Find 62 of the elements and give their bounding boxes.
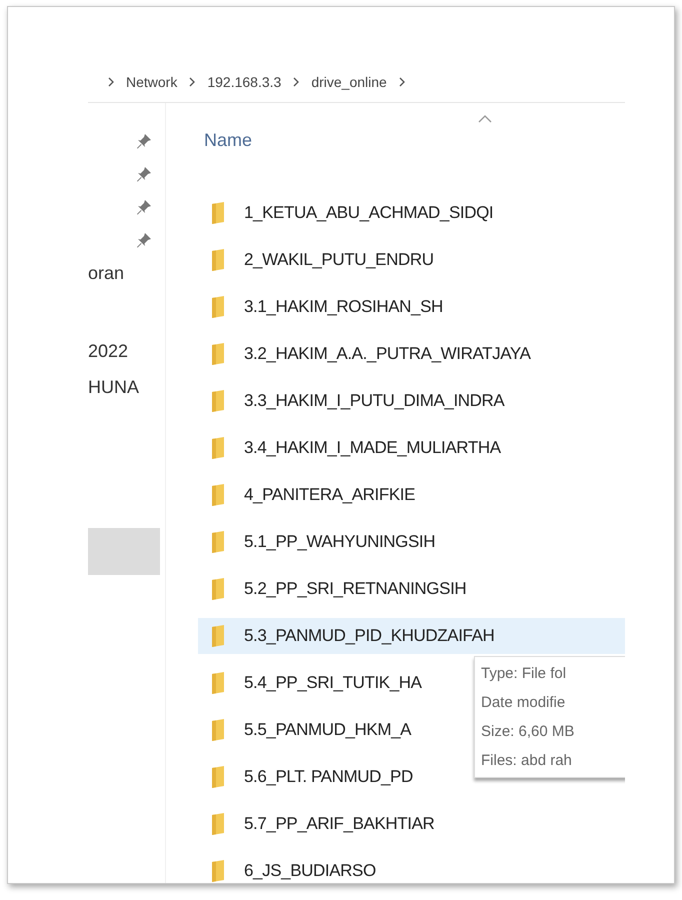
folder-name: 3.2_HAKIM_A.A._PUTRA_WIRATJAYA <box>244 344 531 364</box>
folder-row[interactable]: 6_JS_BUDIARSO <box>198 853 625 883</box>
folder-row[interactable]: 3.2_HAKIM_A.A._PUTRA_WIRATJAYA <box>198 336 625 372</box>
pin-icon <box>136 133 152 149</box>
pin-icon <box>136 166 152 182</box>
folder-row[interactable]: 3.4_HAKIM_I_MADE_MULIARTHA <box>198 430 625 466</box>
folder-name: 5.1_PP_WAHYUNINGSIH <box>244 532 436 552</box>
tooltip-line: Files: abd rah <box>481 751 573 771</box>
folder-name: 5.5_PANMUD_HKM_A <box>244 720 412 740</box>
chevron-icon <box>189 77 196 87</box>
chevron-icon <box>398 77 405 87</box>
folder-icon <box>211 390 225 412</box>
breadcrumb-item[interactable]: Network <box>126 74 178 90</box>
folder-name: 4_PANITERA_ARIFKIE <box>244 485 416 505</box>
folder-row[interactable]: 5.7_PP_ARIF_BAKHTIAR <box>198 806 625 842</box>
folder-name: 3.3_HAKIM_I_PUTU_DIMA_INDRA <box>244 391 504 411</box>
tooltip-line: Size: 6,60 MB <box>481 722 576 742</box>
chevron-icon <box>108 77 114 87</box>
folder-name: 3.1_HAKIM_ROSIHAN_SH <box>244 297 443 317</box>
folder-name: 5.3_PANMUD_PID_KHUDZAIFAH <box>244 626 494 646</box>
folder-icon <box>211 249 225 271</box>
nav-item[interactable]: 2022 <box>88 340 128 362</box>
breadcrumb-item[interactable]: 192.168.3.3 <box>207 74 282 90</box>
folder-name: 5.6_PLT. PANMUD_PD <box>244 767 413 787</box>
pin-icon <box>136 232 152 248</box>
folder-icon <box>211 719 225 741</box>
folder-name: 5.4_PP_SRI_TUTIK_HA <box>244 673 422 693</box>
folder-row[interactable]: 5.1_PP_WAHYUNINGSIH <box>198 524 625 560</box>
folder-icon <box>211 343 225 365</box>
folder-name: 2_WAKIL_PUTU_ENDRU <box>244 250 434 270</box>
column-header[interactable]: Name <box>204 130 252 151</box>
tooltip-line: Type: File fol <box>481 664 568 684</box>
folder-icon <box>211 672 225 694</box>
folder-icon <box>211 625 225 647</box>
folder-name: 6_JS_BUDIARSO <box>244 861 376 881</box>
chevron-icon <box>293 77 300 87</box>
folder-icon <box>211 860 225 882</box>
folder-row[interactable]: 3.1_HAKIM_ROSIHAN_SH <box>198 289 625 325</box>
nav-highlight <box>88 528 160 575</box>
folder-row[interactable]: 2_WAKIL_PUTU_ENDRU <box>198 242 625 278</box>
folder-row[interactable]: 3.3_HAKIM_I_PUTU_DIMA_INDRA <box>198 383 625 419</box>
folder-icon <box>211 766 225 788</box>
folder-icon <box>211 296 225 318</box>
folder-row[interactable]: 4_PANITERA_ARIFKIE <box>198 477 625 513</box>
folder-icon <box>211 813 225 835</box>
folder-icon <box>211 578 225 600</box>
folder-row[interactable]: 5.3_PANMUD_PID_KHUDZAIFAH <box>198 618 625 654</box>
folder-icon <box>211 531 225 553</box>
folder-name: 5.7_PP_ARIF_BAKHTIAR <box>244 814 434 834</box>
folder-name: 1_KETUA_ABU_ACHMAD_SIDQI <box>244 203 494 223</box>
breadcrumb-item[interactable]: drive_online <box>311 74 387 90</box>
folder-row[interactable]: 1_KETUA_ABU_ACHMAD_SIDQI <box>198 195 625 231</box>
nav-item[interactable]: HUNA <box>88 376 140 398</box>
folder-icon <box>211 437 225 459</box>
pin-icon <box>136 199 152 215</box>
nav-item[interactable]: oran <box>88 262 124 284</box>
folder-icon <box>211 484 225 506</box>
folder-name: 5.2_PP_SRI_RETNANINGSIH <box>244 579 466 599</box>
folder-name: 3.4_HAKIM_I_MADE_MULIARTHA <box>244 438 501 458</box>
folder-row[interactable]: 5.2_PP_SRI_RETNANINGSIH <box>198 571 625 607</box>
folder-icon <box>211 202 225 224</box>
tooltip-line: Date modifie <box>481 693 566 713</box>
